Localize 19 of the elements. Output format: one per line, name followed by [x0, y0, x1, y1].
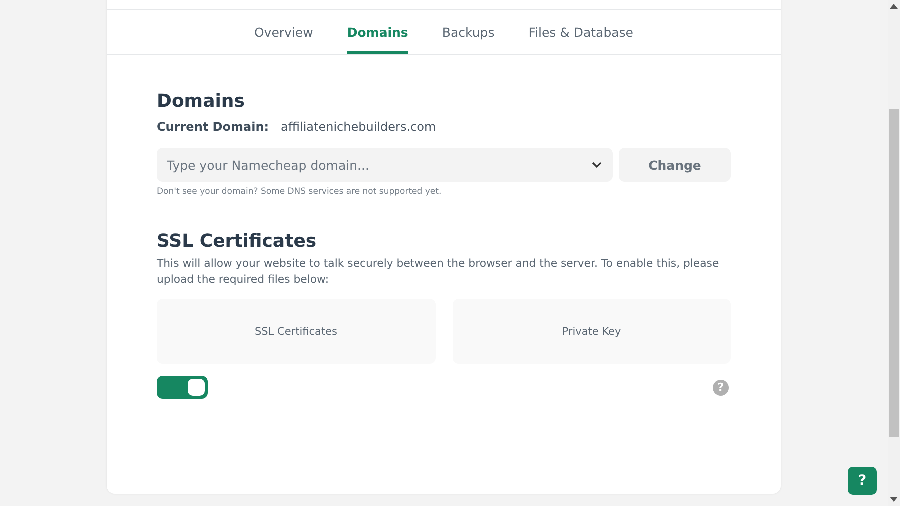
field-label: Current Domain:: [157, 120, 270, 134]
help-button[interactable]: ?: [848, 467, 877, 495]
description-text: This will allow your website to talk securely between the browser and the server. To enable this, please upload the required files below:: [157, 256, 720, 288]
chevron-down-icon: [591, 161, 603, 169]
scroll-down-icon[interactable]: [890, 497, 898, 502]
section-title: Domains: [157, 91, 246, 112]
upload-area[interactable]: Private Key: [452, 299, 731, 364]
domain-select[interactable]: Type your Namecheap domain...: [157, 148, 613, 182]
field-value: affiliatenichebuilders.com: [281, 120, 436, 134]
toggle-switch[interactable]: [157, 376, 208, 399]
change-button[interactable]: Change: [619, 148, 731, 182]
section-title: SSL Certificates: [157, 231, 318, 252]
upload-area[interactable]: SSL Certificates: [157, 299, 436, 364]
hint-text: Don't see your domain? Some DNS services are not supported yet.: [157, 187, 443, 197]
tab[interactable]: Domains: [347, 10, 408, 54]
tab[interactable]: Backups: [442, 10, 495, 54]
tab[interactable]: Overview: [254, 10, 314, 54]
tab[interactable]: Files & Database: [528, 10, 634, 54]
scroll-up-icon[interactable]: [890, 4, 898, 9]
